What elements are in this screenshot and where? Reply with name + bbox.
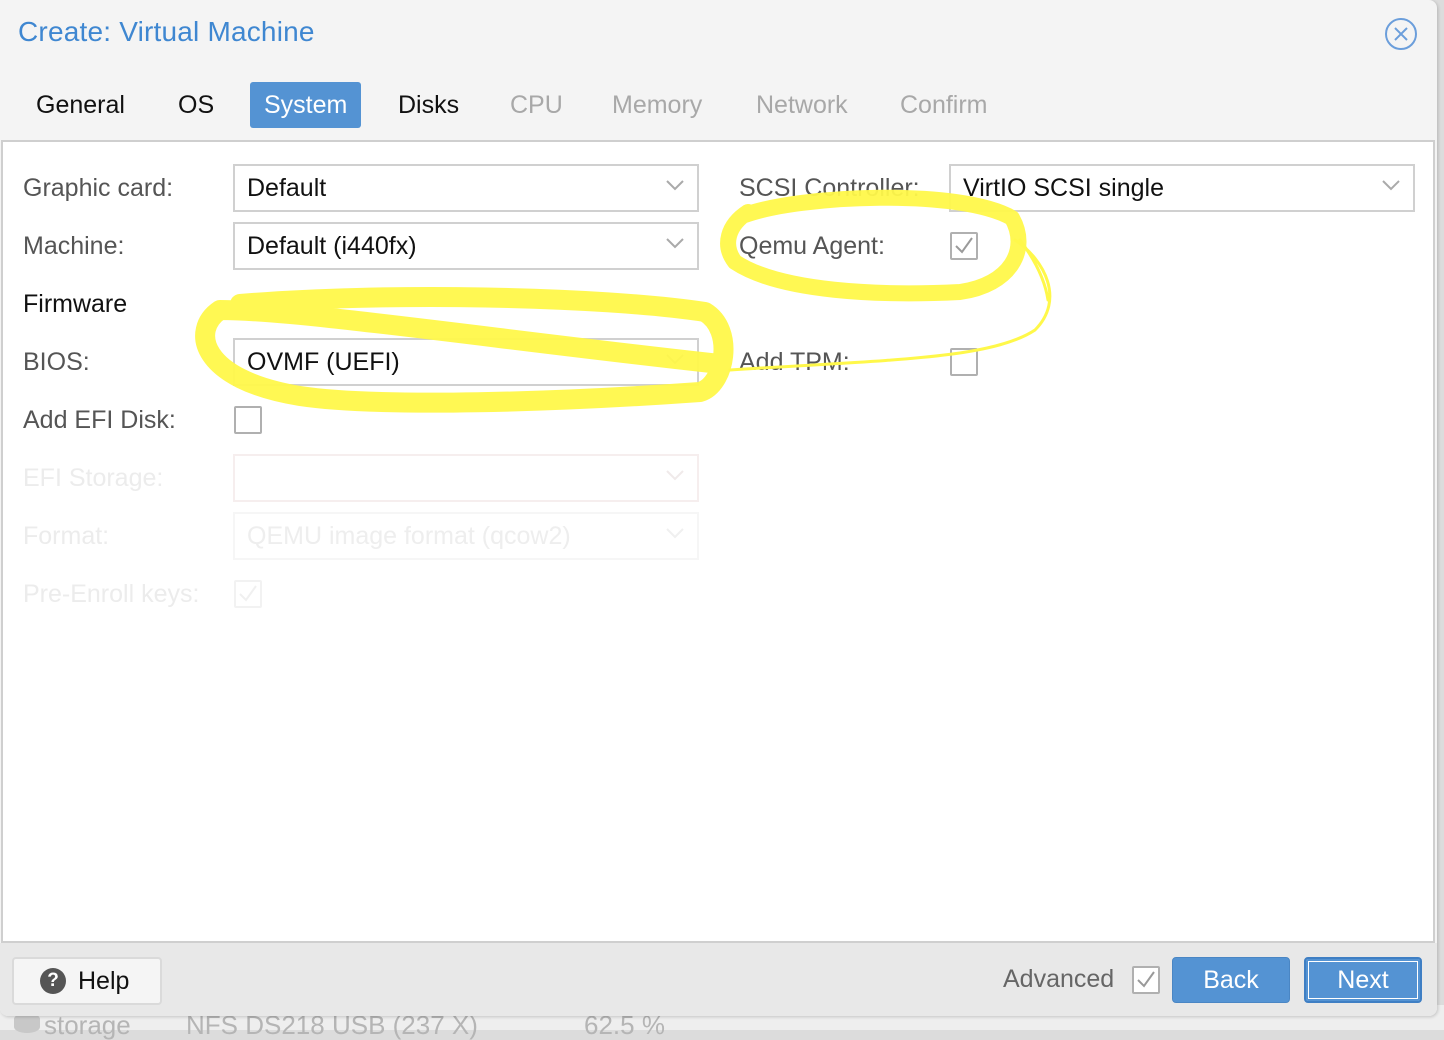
graphic-card-value: Default (247, 174, 327, 202)
qemu-agent-label: Qemu Agent: (739, 232, 885, 260)
background-cell-description: NFS DS218 USB (237 X) (186, 1010, 478, 1040)
checkmark-icon (239, 585, 257, 602)
advanced-checkbox[interactable] (1132, 966, 1160, 994)
efi-storage-select[interactable] (233, 454, 699, 502)
bios-select[interactable]: OVMF (UEFI) (233, 338, 699, 386)
close-button[interactable] (1385, 18, 1417, 50)
add-efi-disk-checkbox[interactable] (234, 406, 262, 434)
tab-network[interactable]: Network (742, 82, 862, 128)
machine-select[interactable]: Default (i440fx) (233, 222, 699, 270)
chevron-down-icon (666, 238, 684, 249)
add-efi-disk-label: Add EFI Disk: (23, 406, 176, 434)
close-icon (1394, 27, 1408, 41)
add-tpm-checkbox[interactable] (950, 348, 978, 376)
chevron-down-icon (666, 528, 684, 539)
efi-storage-label: EFI Storage: (23, 464, 164, 492)
tab-disks[interactable]: Disks (384, 82, 473, 128)
scsi-controller-label: SCSI Controller: (739, 174, 920, 202)
checkmark-icon (1137, 971, 1155, 988)
scsi-controller-select[interactable]: VirtIO SCSI single (949, 164, 1415, 212)
format-value: QEMU image format (qcow2) (247, 522, 571, 550)
next-button[interactable]: Next (1304, 957, 1422, 1003)
bios-value: OVMF (UEFI) (247, 348, 400, 376)
scsi-controller-value: VirtIO SCSI single (963, 174, 1165, 202)
tab-general[interactable]: General (22, 82, 139, 128)
graphic-card-select[interactable]: Default (233, 164, 699, 212)
tab-os[interactable]: OS (164, 82, 228, 128)
create-vm-dialog: Create: Virtual Machine General OS Syste… (0, 0, 1437, 1016)
background-cell-type: storage (44, 1010, 131, 1040)
storage-icon (14, 1013, 40, 1033)
tab-confirm[interactable]: Confirm (886, 82, 1002, 128)
question-circle-icon: ? (40, 968, 66, 994)
qemu-agent-checkbox[interactable] (950, 232, 978, 260)
machine-label: Machine: (23, 232, 125, 260)
checkmark-icon (955, 237, 973, 254)
tab-system[interactable]: System (250, 82, 362, 128)
chevron-down-icon (666, 470, 684, 481)
dialog-title: Create: Virtual Machine (18, 16, 315, 47)
tab-memory[interactable]: Memory (598, 82, 716, 128)
chevron-down-icon (666, 180, 684, 191)
bios-label: BIOS: (23, 348, 90, 376)
back-button[interactable]: Back (1172, 957, 1290, 1003)
pre-enroll-keys-label: Pre-Enroll keys: (23, 580, 200, 608)
system-panel: Graphic card: Default Machine: Default (… (1, 140, 1435, 943)
format-select[interactable]: QEMU image format (qcow2) (233, 512, 699, 560)
help-label: Help (78, 966, 130, 995)
advanced-label: Advanced (1003, 965, 1115, 993)
tab-cpu[interactable]: CPU (496, 82, 577, 128)
help-button[interactable]: ? Help (12, 957, 162, 1005)
firmware-heading: Firmware (23, 290, 128, 318)
graphic-card-label: Graphic card: (23, 174, 174, 202)
machine-value: Default (i440fx) (247, 232, 417, 260)
chevron-down-icon (1382, 180, 1400, 191)
pre-enroll-keys-checkbox[interactable] (234, 580, 262, 608)
format-label: Format: (23, 522, 110, 550)
add-tpm-label: Add TPM: (739, 348, 850, 376)
chevron-down-icon (666, 354, 684, 365)
dialog-footer: ? Help Advanced Back Next (0, 943, 1437, 1016)
background-cell-usage: 62.5 % (584, 1010, 665, 1040)
